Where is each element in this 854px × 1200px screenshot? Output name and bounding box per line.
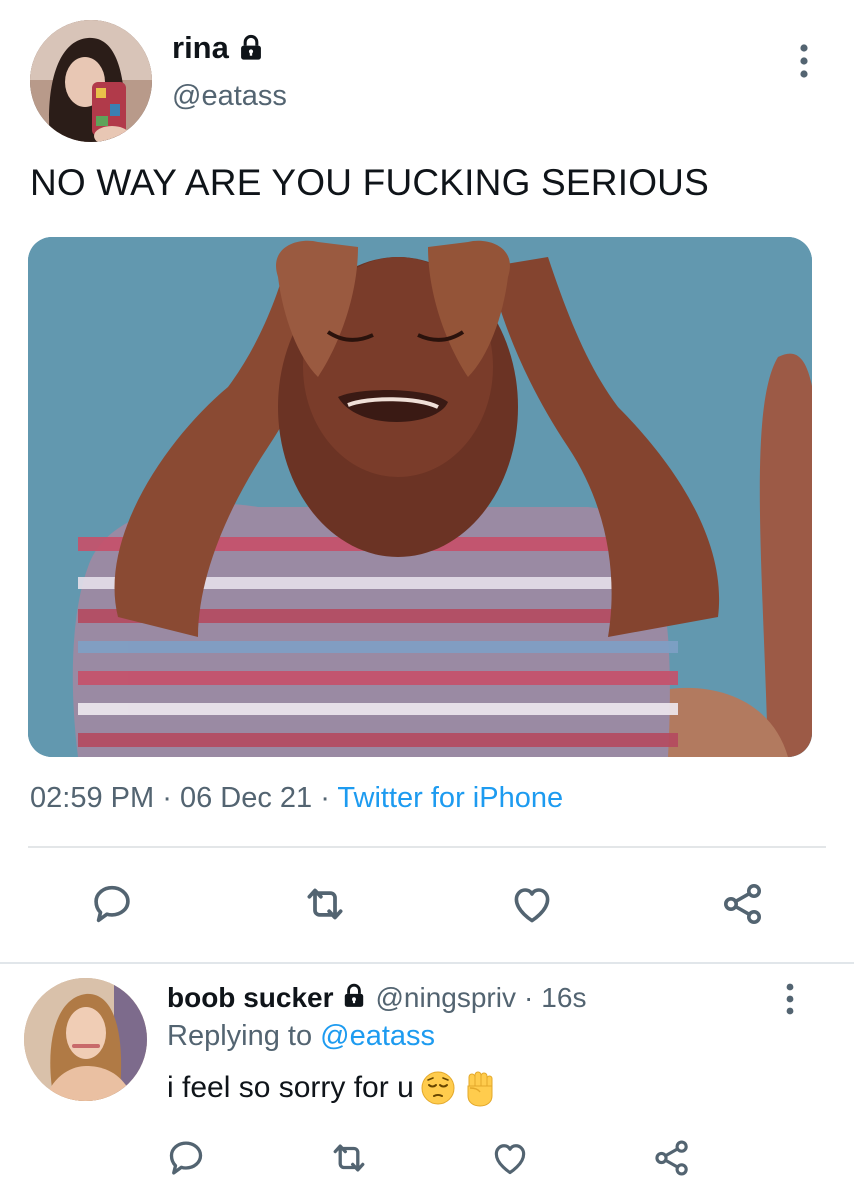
crying-kid-image <box>28 237 812 757</box>
like-button[interactable] <box>504 876 560 932</box>
like-button[interactable] <box>482 1130 538 1186</box>
tweet-text: NO WAY ARE YOU FUCKING SERIOUS <box>30 162 709 203</box>
reply-author-handle[interactable]: @ningspriv <box>375 982 515 1014</box>
tweet-time[interactable]: 02:59 PM <box>30 782 154 814</box>
reply-text: i feel so sorry for u <box>167 1071 414 1104</box>
divider <box>0 962 854 964</box>
share-button[interactable] <box>715 876 771 932</box>
retweet-icon <box>300 879 350 929</box>
more-vertical-icon[interactable] <box>792 42 816 82</box>
tweet-timestamp-row: 02:59 PM · 06 Dec 21 · Twitter for iPhon… <box>30 782 563 815</box>
reply-author-name[interactable]: boob sucker <box>167 982 333 1014</box>
tweet-image[interactable] <box>28 237 812 757</box>
replying-to-mention[interactable]: @eatass <box>320 1020 435 1052</box>
divider <box>28 846 826 848</box>
reply-text-row: i feel so sorry for u <box>167 1070 498 1107</box>
comment-icon <box>165 1137 207 1179</box>
heart-icon <box>489 1137 531 1179</box>
raised-fist-emoji <box>462 1070 498 1107</box>
lock-icon <box>341 983 367 1014</box>
retweet-button[interactable] <box>321 1130 377 1186</box>
more-vertical-icon[interactable] <box>778 982 802 1018</box>
reply-button[interactable] <box>84 876 140 932</box>
author-name-row: rina <box>172 30 265 66</box>
meta-separator: · <box>523 982 534 1013</box>
replying-to-prefix: Replying to <box>167 1020 313 1052</box>
share-button[interactable] <box>644 1130 700 1186</box>
meta-separator: · <box>320 782 330 814</box>
retweet-button[interactable] <box>297 876 353 932</box>
avatar-image <box>24 978 147 1101</box>
author-name[interactable]: rina <box>172 30 229 66</box>
meta-separator: · <box>162 782 172 814</box>
reply-header: boob sucker @ningspriv · 16s <box>167 982 586 1014</box>
replying-to: Replying to @eatass <box>167 1020 435 1053</box>
reply-button[interactable] <box>158 1130 214 1186</box>
reply-author-avatar[interactable] <box>24 978 147 1101</box>
tweet-source-link[interactable]: Twitter for iPhone <box>337 782 563 814</box>
share-icon <box>651 1137 693 1179</box>
heart-icon <box>508 880 556 928</box>
pensive-face-emoji <box>420 1070 456 1106</box>
comment-icon <box>89 881 135 927</box>
retweet-icon <box>327 1136 371 1180</box>
author-avatar[interactable] <box>30 20 152 142</box>
reply-age[interactable]: 16s <box>541 982 586 1014</box>
author-handle[interactable]: @eatass <box>172 80 287 113</box>
share-icon <box>719 880 767 928</box>
avatar-image <box>30 20 152 142</box>
tweet-date[interactable]: 06 Dec 21 <box>180 782 312 814</box>
lock-icon <box>237 34 265 62</box>
